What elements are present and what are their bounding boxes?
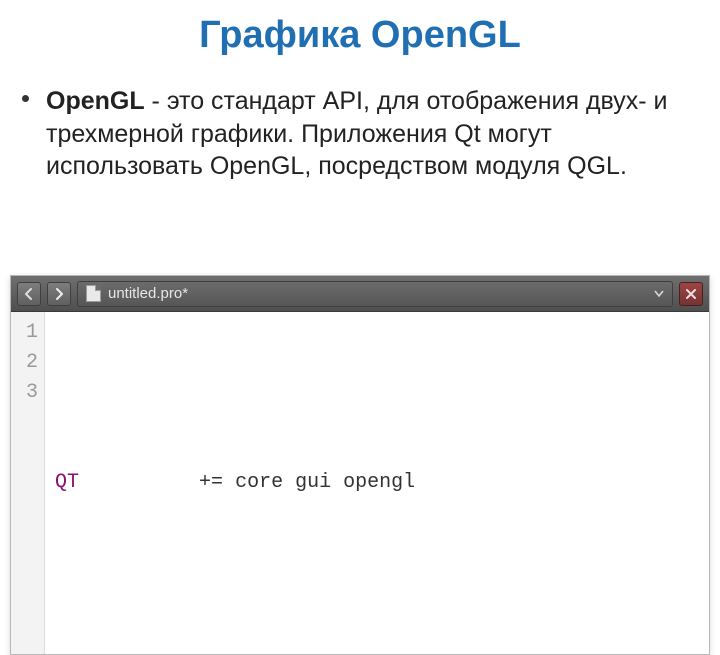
document-icon	[86, 285, 101, 302]
bullet-text: OpenGL - это стандарт API, для отображен…	[46, 85, 674, 183]
code-line	[55, 378, 415, 408]
forward-button[interactable]	[47, 282, 71, 306]
code-keyword: QT	[55, 468, 79, 498]
code-operator: +=	[199, 468, 223, 498]
gutter-line: 3	[17, 378, 38, 408]
bullet-marker	[22, 95, 29, 102]
gutter-line: 2	[17, 348, 38, 378]
code-spacer	[79, 468, 199, 498]
bullet-lead: OpenGL	[46, 87, 145, 115]
code-rest: core gui opengl	[223, 468, 415, 498]
gutter-line: 1	[17, 318, 38, 348]
bullet-item: OpenGL - это стандарт API, для отображен…	[46, 85, 674, 183]
breadcrumb-label: untitled.pro*	[108, 285, 188, 302]
ide-screenshot: untitled.pro* 1 2 3 QT += core gui openg…	[10, 275, 710, 655]
arrow-left-icon	[23, 288, 35, 300]
slide-title: Графика OpenGL	[0, 0, 720, 67]
arrow-right-icon	[53, 288, 65, 300]
chevron-down-icon	[654, 290, 664, 298]
close-button[interactable]	[679, 282, 703, 306]
code-area[interactable]: QT += core gui opengl	[45, 312, 425, 654]
back-button[interactable]	[17, 282, 41, 306]
code-line: QT += core gui opengl	[55, 468, 415, 498]
slide-body: OpenGL - это стандарт API, для отображен…	[0, 67, 720, 183]
code-editor: 1 2 3 QT += core gui opengl	[11, 312, 709, 654]
ide-toolbar: untitled.pro*	[11, 276, 709, 312]
code-line	[55, 558, 415, 588]
file-breadcrumb[interactable]: untitled.pro*	[77, 281, 673, 307]
line-gutter: 1 2 3	[11, 312, 45, 654]
close-icon	[686, 289, 696, 299]
